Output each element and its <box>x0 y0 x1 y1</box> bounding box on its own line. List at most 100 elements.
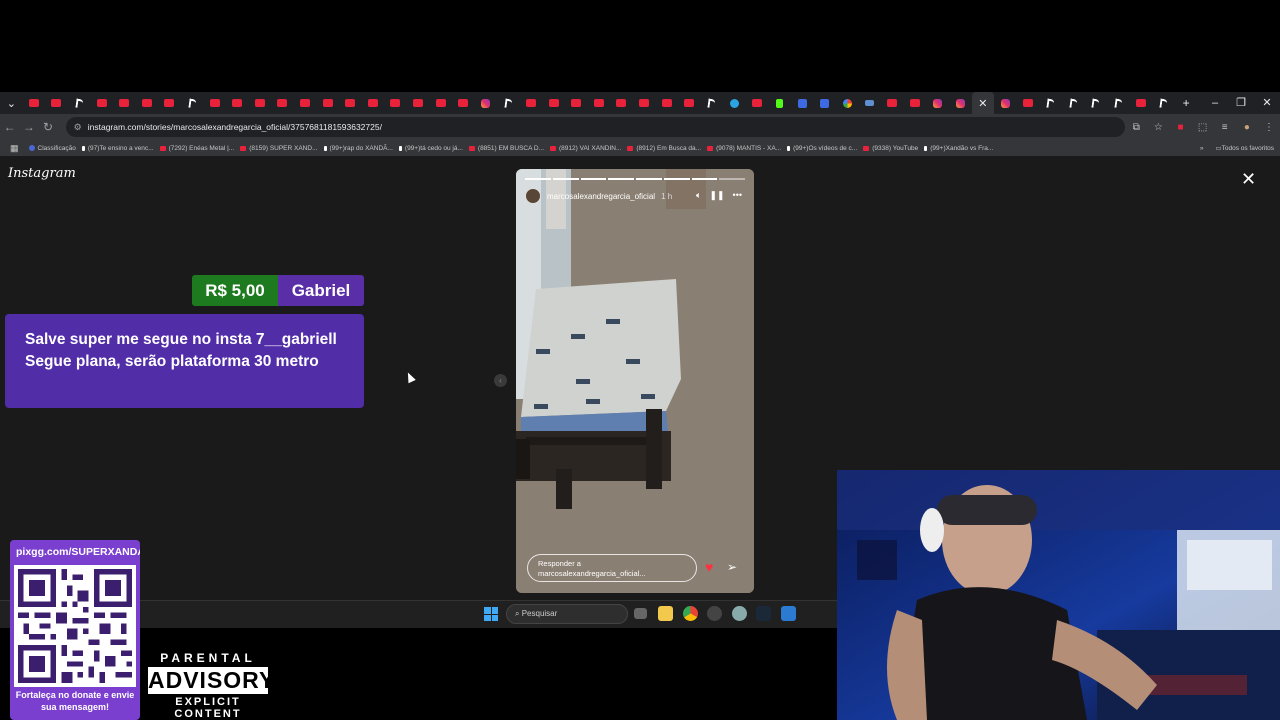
browser-tab[interactable] <box>113 92 136 114</box>
browser-tab[interactable] <box>136 92 159 114</box>
story-viewer[interactable]: marcosalexandregarcia_oficial 1 h 🔈︎ ❚❚ … <box>516 169 754 593</box>
browser-tab[interactable] <box>836 92 859 114</box>
url-bar[interactable]: ⚙ instagram.com/stories/marcosalexandreg… <box>65 117 1126 137</box>
bookmarks-overflow-button[interactable]: » <box>1200 145 1204 152</box>
pause-icon[interactable]: ❚❚ <box>709 190 724 201</box>
browser-tab[interactable] <box>90 92 113 114</box>
windows-start-icon[interactable] <box>484 607 498 621</box>
browser-tab[interactable]: ✕ <box>971 92 995 114</box>
restore-icon[interactable]: ❐ <box>1228 92 1254 114</box>
browser-tab[interactable] <box>746 92 769 114</box>
browser-tab[interactable] <box>294 92 317 114</box>
browser-tab[interactable] <box>655 92 678 114</box>
browser-tab[interactable] <box>181 92 204 114</box>
browser-tab[interactable] <box>203 92 226 114</box>
browser-tab[interactable] <box>904 92 927 114</box>
browser-tab[interactable] <box>316 92 339 114</box>
mute-icon[interactable]: 🔈︎ <box>696 190 701 201</box>
apps-icon[interactable]: ▦ <box>10 143 19 154</box>
browser-tab[interactable] <box>520 92 543 114</box>
browser-tab[interactable] <box>158 92 181 114</box>
browser-tab[interactable] <box>226 92 249 114</box>
close-icon[interactable]: ✕ <box>978 97 987 110</box>
browser-tab[interactable] <box>362 92 385 114</box>
story-username[interactable]: marcosalexandregarcia_oficial <box>547 192 655 201</box>
reload-icon[interactable]: ↻ <box>38 120 57 134</box>
browser-tab[interactable] <box>407 92 430 114</box>
bookmark-item[interactable]: (99+)Xandão vs Fra... <box>924 145 993 152</box>
site-info-icon[interactable]: ⚙ <box>74 122 82 133</box>
share-send-icon[interactable]: ➢ <box>727 560 737 574</box>
browser-tab[interactable] <box>1107 92 1130 114</box>
bookmark-item[interactable]: (8159) SUPER XAND... <box>240 145 318 152</box>
browser-tab[interactable] <box>565 92 588 114</box>
bookmark-item[interactable]: (7292) Enéas Metal |... <box>159 145 234 152</box>
tab-search-dropdown[interactable]: ⌄ <box>0 92 23 114</box>
all-bookmarks-button[interactable]: ▭ Todos os favoritos <box>1215 144 1274 153</box>
obs-icon[interactable] <box>707 606 722 621</box>
bookmark-item[interactable]: (8912) Em Busca da... <box>627 145 701 152</box>
browser-tab[interactable] <box>45 92 68 114</box>
browser-tab[interactable] <box>791 92 814 114</box>
browser-tab[interactable] <box>1039 92 1062 114</box>
like-heart-icon[interactable]: ♥ <box>705 559 713 575</box>
browser-tab[interactable] <box>23 92 46 114</box>
browser-tab[interactable] <box>452 92 475 114</box>
extensions-puzzle-icon[interactable]: ⬚ <box>1192 122 1214 133</box>
back-icon[interactable]: ← <box>0 120 19 134</box>
browser-tab[interactable] <box>678 92 701 114</box>
bookmark-item[interactable]: (99+)Os vídeos de c... <box>787 145 857 152</box>
browser-tab[interactable] <box>587 92 610 114</box>
bookmark-item[interactable]: (9338) YouTube <box>863 145 918 152</box>
browser-tab[interactable] <box>339 92 362 114</box>
bookmark-item[interactable]: Classificação <box>28 145 76 152</box>
steam-icon[interactable] <box>756 606 771 621</box>
media-control-icon[interactable]: ≡ <box>1214 122 1236 133</box>
minimize-icon[interactable]: – <box>1202 92 1228 114</box>
browser-tab[interactable] <box>994 92 1017 114</box>
browser-tab[interactable] <box>926 92 949 114</box>
browser-tab[interactable] <box>610 92 633 114</box>
browser-tab[interactable] <box>723 92 746 114</box>
app-icon[interactable] <box>781 606 796 621</box>
bookmark-item[interactable]: (8912) VAI XANDIN... <box>550 145 621 152</box>
more-options-icon[interactable]: ••• <box>733 190 742 201</box>
chrome-icon[interactable] <box>683 606 698 621</box>
bookmark-item[interactable]: (97)Te ensino a venc... <box>81 145 154 152</box>
bookmark-item[interactable]: (99+)rap do XANDÃ... <box>323 145 393 152</box>
task-view-icon[interactable] <box>634 608 647 619</box>
browser-tab[interactable] <box>768 92 791 114</box>
previous-story-icon[interactable]: ‹ <box>494 374 507 387</box>
browser-tab[interactable] <box>429 92 452 114</box>
bookmark-item[interactable]: (9078) MANTIS - XA... <box>707 145 781 152</box>
bookmark-item[interactable]: (8851) EM BUSCA D... <box>468 145 544 152</box>
bookmark-item[interactable]: (99+)tá cedo ou já... <box>398 145 463 152</box>
browser-tab[interactable] <box>542 92 565 114</box>
new-tab-button[interactable]: + <box>1175 92 1198 114</box>
browser-tab[interactable] <box>1062 92 1085 114</box>
browser-tab[interactable] <box>881 92 904 114</box>
file-explorer-icon[interactable] <box>658 606 673 621</box>
story-avatar[interactable] <box>525 188 541 204</box>
browser-tab[interactable] <box>949 92 972 114</box>
settings-icon[interactable] <box>732 606 747 621</box>
browser-tab[interactable] <box>271 92 294 114</box>
browser-tab[interactable] <box>497 92 520 114</box>
install-app-icon[interactable]: ⧉ <box>1125 122 1147 133</box>
browser-tab[interactable] <box>384 92 407 114</box>
browser-tab[interactable] <box>68 92 91 114</box>
reply-input[interactable]: Responder a marcosalexandregarcia_oficia… <box>527 554 697 582</box>
menu-icon[interactable]: ⋮ <box>1258 122 1280 133</box>
taskbar-search[interactable]: ⌕ Pesquisar <box>506 604 628 624</box>
window-close-icon[interactable]: ✕ <box>1254 92 1280 114</box>
browser-tab[interactable] <box>700 92 723 114</box>
close-story-icon[interactable]: ✕ <box>1241 170 1256 188</box>
browser-tab[interactable] <box>474 92 497 114</box>
bookmark-star-icon[interactable]: ☆ <box>1147 122 1169 133</box>
browser-tab[interactable] <box>1017 92 1040 114</box>
profile-avatar[interactable]: ● <box>1236 122 1258 133</box>
browser-tab[interactable] <box>1130 92 1153 114</box>
browser-tab[interactable] <box>1085 92 1108 114</box>
browser-tab[interactable] <box>813 92 836 114</box>
extension-icon[interactable]: ■ <box>1169 122 1191 133</box>
